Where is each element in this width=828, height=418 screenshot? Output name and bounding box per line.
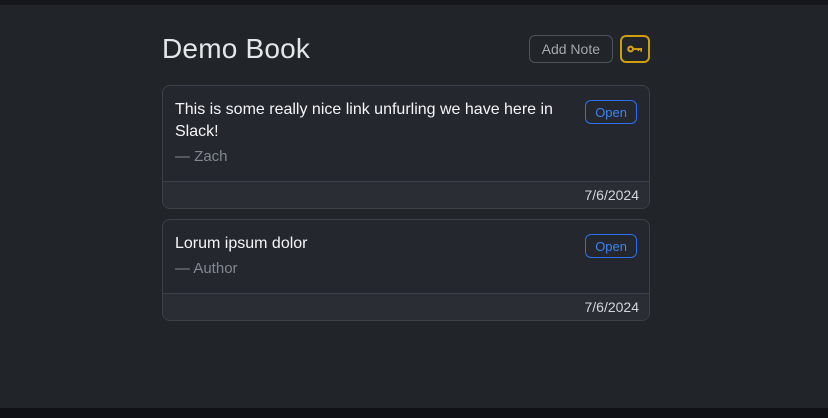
app-screen: Demo Book Add Note (0, 0, 828, 418)
key-icon (627, 42, 643, 56)
note-card-body: This is some really nice link unfurling … (163, 86, 649, 181)
note-title: This is some really nice link unfurling … (175, 99, 573, 143)
header-actions: Add Note (529, 35, 650, 63)
note-date: 7/6/2024 (585, 187, 640, 203)
add-note-button[interactable]: Add Note (529, 35, 613, 63)
open-button[interactable]: Open (585, 100, 637, 124)
note-card-footer: 7/6/2024 (163, 181, 649, 208)
notes-list: This is some really nice link unfurling … (162, 85, 650, 321)
note-title: Lorum ipsum dolor (175, 233, 308, 255)
key-button[interactable] (620, 35, 650, 63)
note-text-block: This is some really nice link unfurling … (175, 99, 573, 167)
note-card-footer: 7/6/2024 (163, 293, 649, 320)
note-text-block: Lorum ipsum dolor — Author (175, 233, 308, 279)
open-button[interactable]: Open (585, 234, 637, 258)
note-author: — Zach (175, 146, 573, 167)
bottom-edge-strip (0, 408, 828, 418)
note-author: — Author (175, 258, 308, 279)
note-date: 7/6/2024 (585, 299, 640, 315)
note-card: Lorum ipsum dolor — Author Open 7/6/2024 (162, 219, 650, 321)
page-header: Demo Book Add Note (162, 33, 650, 65)
note-card: This is some really nice link unfurling … (162, 85, 650, 209)
page-content: Demo Book Add Note (0, 5, 828, 408)
page-title: Demo Book (162, 33, 310, 65)
note-card-body: Lorum ipsum dolor — Author Open (163, 220, 649, 293)
